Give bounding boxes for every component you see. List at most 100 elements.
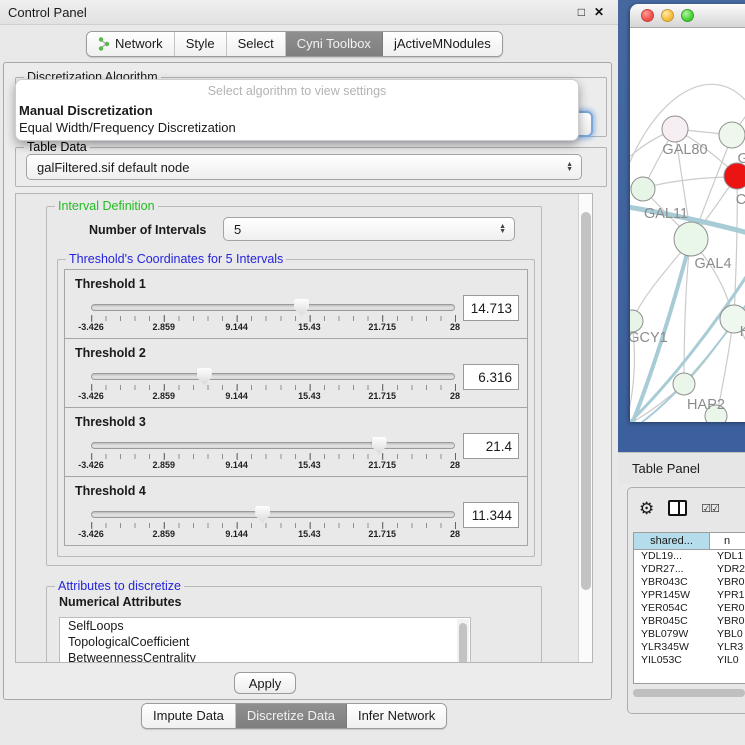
- dropdown-option-equal-width[interactable]: Equal Width/Frequency Discretization: [16, 120, 578, 137]
- tab-cyni-toolbox-label: Cyni Toolbox: [297, 36, 371, 51]
- scrollbar-thumb[interactable]: [581, 212, 591, 590]
- table-data-combobox[interactable]: galFiltered.sif default node ▲▼: [26, 154, 582, 180]
- close-button-icon[interactable]: [641, 9, 654, 22]
- cell-shared-name[interactable]: YER054C: [634, 602, 710, 614]
- interval-definition-title: Interval Definition: [55, 199, 158, 213]
- node-label: GAL4: [694, 256, 731, 272]
- minimize-button-icon[interactable]: [661, 9, 674, 22]
- numerical-attributes-list[interactable]: SelfLoopsTopologicalCoefficientBetweenne…: [59, 617, 471, 663]
- threshold-1-value[interactable]: 14.713: [463, 295, 519, 321]
- tab-infer-network[interactable]: Infer Network: [347, 704, 446, 728]
- threshold-4-slider[interactable]: -3.4262.8599.14415.4321.71528: [91, 507, 455, 541]
- slider-tick-labels: -3.4262.8599.14415.4321.71528: [91, 384, 455, 402]
- gear-icon[interactable]: ⚙: [639, 500, 654, 517]
- cell-shared-name[interactable]: YDR27...: [634, 563, 710, 575]
- cell-name[interactable]: YPR1: [710, 589, 745, 601]
- cell-name[interactable]: YDR2: [710, 563, 745, 575]
- cell-name[interactable]: YIL0: [710, 654, 745, 666]
- network-node[interactable]: [673, 373, 695, 395]
- zoom-button-icon[interactable]: [681, 9, 694, 22]
- apply-button[interactable]: Apply: [234, 672, 296, 694]
- threshold-2-value[interactable]: 6.316: [463, 364, 519, 390]
- threshold-3-slider[interactable]: -3.4262.8599.14415.4321.71528: [91, 438, 455, 472]
- tab-select[interactable]: Select: [227, 32, 286, 56]
- network-canvas[interactable]: GAL80GACGAL11GAL4GCY1HHAP2: [630, 28, 745, 422]
- slider-track[interactable]: [91, 511, 455, 518]
- cell-name[interactable]: YER0: [710, 602, 745, 614]
- cell-name[interactable]: YDL1: [710, 550, 745, 562]
- slider-thumb[interactable]: [255, 506, 270, 523]
- threshold-4-value[interactable]: 11.344: [463, 502, 519, 528]
- select-checkboxes-icon[interactable]: ☑☑: [701, 502, 719, 515]
- cell-name[interactable]: YLR3: [710, 641, 745, 653]
- tab-network[interactable]: Network: [87, 32, 175, 56]
- number-of-intervals-combobox[interactable]: 5 ▲▼: [223, 217, 515, 241]
- table-row[interactable]: YDR27...YDR2: [634, 563, 745, 576]
- cell-name[interactable]: YBL0: [710, 628, 745, 640]
- tab-network-label: Network: [115, 36, 163, 51]
- slider-track[interactable]: [91, 442, 455, 449]
- cell-shared-name[interactable]: YIL053C: [634, 654, 710, 666]
- network-node[interactable]: [719, 122, 745, 148]
- slider-thumb[interactable]: [197, 368, 212, 385]
- dropdown-option-manual[interactable]: Manual Discretization: [16, 103, 578, 120]
- attributes-group-title: Attributes to discretize: [55, 579, 184, 593]
- cell-name[interactable]: YBR0: [710, 615, 745, 627]
- column-header-name[interactable]: n: [710, 533, 745, 549]
- tab-jactivemnodules[interactable]: jActiveMNodules: [383, 32, 502, 56]
- settings-vertical-scrollbar[interactable]: [578, 194, 592, 662]
- slider-track[interactable]: [91, 304, 455, 311]
- tab-cyni-toolbox[interactable]: Cyni Toolbox: [286, 32, 383, 56]
- tick-label: 21.715: [368, 529, 396, 539]
- attribute-list-item[interactable]: BetweennessCentrality: [60, 650, 470, 663]
- table-row[interactable]: YER054CYER0: [634, 602, 745, 615]
- table-row[interactable]: YDL19...YDL1: [634, 550, 745, 563]
- tab-impute-data[interactable]: Impute Data: [142, 704, 236, 728]
- node-attribute-table[interactable]: shared... n YDL19...YDL1YDR27...YDR2YBR0…: [633, 532, 745, 684]
- cell-shared-name[interactable]: YPR145W: [634, 589, 710, 601]
- slider-track[interactable]: [91, 373, 455, 380]
- network-window-titlebar[interactable]: [630, 4, 745, 28]
- cell-name[interactable]: YBR0: [710, 576, 745, 588]
- table-row[interactable]: YBR045CYBR0: [634, 614, 745, 627]
- tick-label: 9.144: [225, 460, 248, 470]
- table-row[interactable]: YPR145WYPR1: [634, 589, 745, 602]
- tab-discretize-data[interactable]: Discretize Data: [236, 704, 347, 728]
- network-node[interactable]: [630, 310, 643, 332]
- tick-label: 21.715: [368, 460, 396, 470]
- table-row[interactable]: YLR345WYLR3: [634, 640, 745, 653]
- attribute-list-item[interactable]: SelfLoops: [60, 618, 470, 634]
- network-node[interactable]: [662, 116, 688, 142]
- cyni-toolbox-panel: Discretization Algorithm Select algorith…: [3, 62, 612, 700]
- column-header-shared-name[interactable]: shared...: [634, 533, 710, 549]
- threshold-2-slider[interactable]: -3.4262.8599.14415.4321.71528: [91, 369, 455, 403]
- close-window-icon[interactable]: ✕: [594, 6, 604, 18]
- network-node[interactable]: [674, 222, 708, 256]
- table-data-groupbox: Table Data galFiltered.sif default node …: [15, 147, 607, 187]
- table-horizontal-scrollbar[interactable]: [633, 689, 745, 698]
- threshold-1-slider[interactable]: -3.4262.8599.14415.4321.71528: [91, 300, 455, 334]
- table-row[interactable]: YIL053CYIL0: [634, 653, 745, 666]
- network-view-window[interactable]: GAL80GACGAL11GAL4GCY1HHAP2: [630, 4, 745, 422]
- cell-shared-name[interactable]: YBR045C: [634, 615, 710, 627]
- table-row[interactable]: YBR043CYBR0: [634, 576, 745, 589]
- network-graph[interactable]: GAL80GACGAL11GAL4GCY1HHAP2: [630, 28, 745, 422]
- table-row[interactable]: YBL079WYBL0: [634, 627, 745, 640]
- threshold-3-value[interactable]: 21.4: [463, 433, 519, 459]
- cell-shared-name[interactable]: YLR345W: [634, 641, 710, 653]
- network-edge[interactable]: [644, 177, 736, 188]
- network-node[interactable]: [631, 177, 655, 201]
- attribute-list-item[interactable]: TopologicalCoefficient: [60, 634, 470, 650]
- column-selector-icon[interactable]: [668, 500, 687, 516]
- cell-shared-name[interactable]: YDL19...: [634, 550, 710, 562]
- threshold-3-label: Threshold 3: [75, 415, 146, 429]
- slider-thumb[interactable]: [294, 299, 309, 316]
- float-window-icon[interactable]: □: [578, 6, 585, 18]
- cell-shared-name[interactable]: YBR043C: [634, 576, 710, 588]
- cell-shared-name[interactable]: YBL079W: [634, 628, 710, 640]
- slider-thumb[interactable]: [372, 437, 387, 454]
- tab-style[interactable]: Style: [175, 32, 227, 56]
- table-panel-window: ⚙ ☑☑ shared... n YDL19...YDL1YDR27...YDR…: [627, 487, 745, 714]
- attributes-scrollbar[interactable]: [457, 619, 469, 663]
- scrollbar-thumb[interactable]: [633, 689, 745, 697]
